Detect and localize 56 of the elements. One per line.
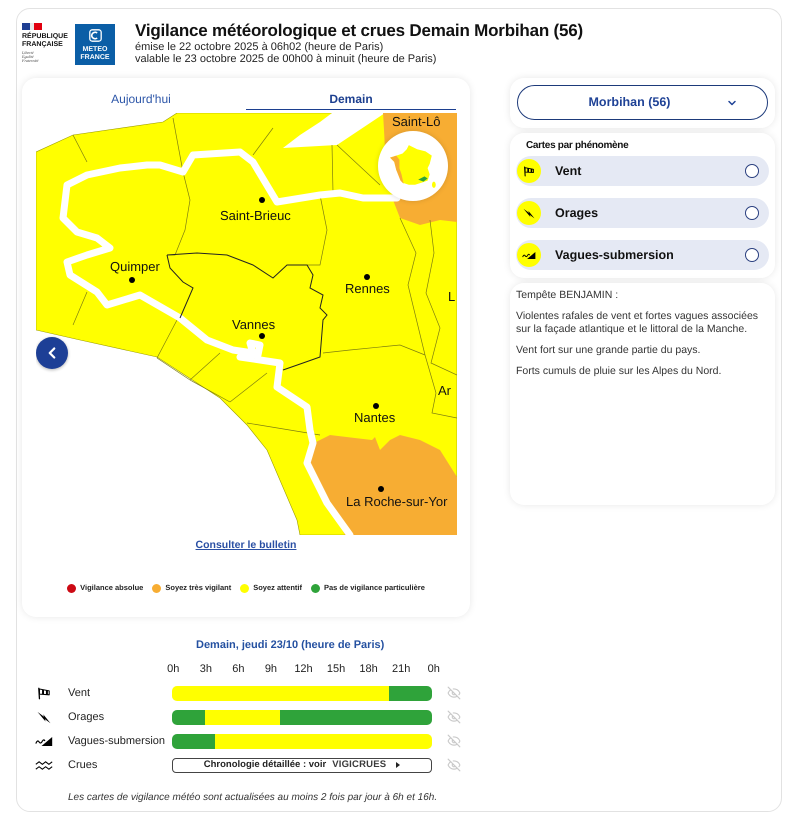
city-label: Saint-Brieuc	[220, 208, 291, 223]
phenomenon-label: Crues	[68, 758, 98, 772]
update-note: Les cartes de vigilance météo sont actualisées au moins 2 fois par jour à 6h et 16h.	[68, 791, 438, 805]
hour-label: 6h	[231, 662, 246, 676]
hour-label: 3h	[198, 662, 213, 676]
waves-icon	[35, 758, 53, 772]
page-title: Vigilance météorologique et crues Demain Morbihan (56)	[135, 21, 583, 41]
hour-label: 9h	[264, 662, 278, 676]
day-tab[interactable]: Demain	[246, 88, 456, 110]
day-tab[interactable]: Aujourd'hui	[36, 88, 246, 110]
phenomena-title: Cartes par phénomène	[526, 140, 630, 152]
radio-button[interactable]	[745, 248, 759, 262]
hour-label: 12h	[293, 662, 314, 676]
alert-text: Forts cumuls de pluie sur les Alpes du Nord.	[516, 365, 722, 378]
city-label: Saint-Lô	[392, 114, 440, 129]
phenomenon-option[interactable]: Orages	[516, 198, 769, 228]
eye-off-icon[interactable]	[447, 734, 461, 748]
alert-text: Vent fort sur une grande partie du pays.	[516, 344, 702, 357]
windsock-icon	[517, 159, 541, 183]
hour-label: 21h	[390, 662, 412, 676]
hour-label: 0h	[166, 662, 180, 676]
department-select[interactable]: Morbihan (56)	[517, 85, 768, 120]
validity-period: valable le 23 octobre 2025 de 00h00 à minuit (heure de Paris)	[135, 53, 438, 65]
eye-off-icon[interactable]	[447, 710, 461, 724]
logo-emblem-icon	[88, 29, 102, 42]
vigicrues-link[interactable]: Chronologie détaillée : voir VIGICRUES	[172, 758, 432, 772]
wave-ramp-icon	[35, 734, 53, 748]
eye-off-icon[interactable]	[447, 758, 461, 772]
hour-label: 18h	[358, 662, 379, 676]
bulletin-link[interactable]: Consulter le bulletin	[196, 538, 296, 552]
city-label: Quimper	[110, 259, 160, 274]
alert-text: Violentes rafales de vent et fortes vagues associées sur la façade atlantique et le littoral de la Manche.	[516, 310, 760, 336]
flag-icon	[22, 23, 42, 30]
city-label: La Roche-sur-Yor	[346, 494, 448, 509]
france-map-icon	[389, 144, 437, 188]
radio-button[interactable]	[745, 206, 759, 220]
hour-label: 15h	[326, 662, 346, 676]
city-label: Vannes	[232, 317, 276, 332]
city-label: L	[448, 289, 456, 304]
eye-off-icon[interactable]	[447, 686, 461, 700]
timeline-title: Demain, jeudi 23/10 (heure de Paris)	[196, 638, 386, 652]
phenomenon-label: Vent	[68, 686, 92, 700]
alert-title: Tempête BENJAMIN :	[516, 289, 620, 302]
issued-time: émise le 22 octobre 2025 à 06h02 (heure de Paris)	[135, 41, 384, 53]
city-label: Nantes	[354, 410, 396, 425]
phenomenon-option[interactable]: Vent	[516, 156, 769, 186]
phenomenon-label: Orages	[68, 710, 106, 724]
caret-right-icon	[396, 762, 400, 768]
hour-label: 0h	[426, 662, 441, 676]
lightning-icon	[517, 201, 541, 225]
radio-button[interactable]	[745, 164, 759, 178]
phenomenon-option[interactable]: Vagues-submersion	[516, 240, 769, 270]
city-label: Ar	[438, 383, 451, 398]
wave-ramp-icon	[517, 243, 541, 267]
city-label: Rennes	[345, 281, 390, 296]
phenomenon-label: Vagues-submersion	[68, 734, 166, 748]
